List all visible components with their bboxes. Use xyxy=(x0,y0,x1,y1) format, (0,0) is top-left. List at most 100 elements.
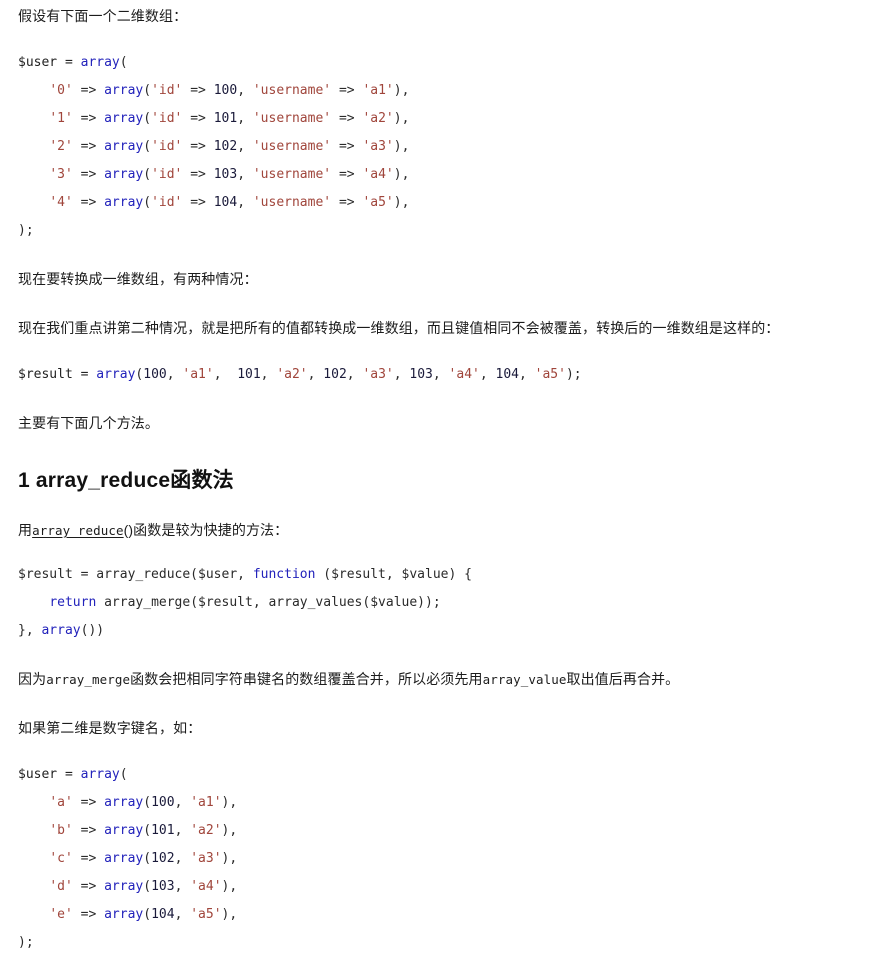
code-token: => xyxy=(331,195,363,210)
inline-code-array-merge: array_merge xyxy=(46,672,131,687)
code-token: return xyxy=(49,595,97,610)
code-token: => xyxy=(182,111,214,126)
code-token: 'username' xyxy=(252,111,332,126)
code-token: => xyxy=(331,139,363,154)
code-token: ); xyxy=(565,367,582,382)
code-token: => xyxy=(72,111,105,126)
code-token: 101 xyxy=(151,823,175,838)
code-token: ( xyxy=(143,795,152,810)
code-token: 'a5' xyxy=(190,907,222,922)
code-token: ( xyxy=(143,83,152,98)
code-token: 'a1' xyxy=(190,795,222,810)
code-token: 'a4' xyxy=(362,167,394,182)
code-token: 'a2' xyxy=(276,367,308,382)
code-token: ( xyxy=(143,111,152,126)
code-token: ), xyxy=(221,823,238,838)
code-token: , xyxy=(237,111,253,126)
code-token: 'e' xyxy=(49,907,73,922)
paragraph-suffix: 取出值后再合并。 xyxy=(566,671,680,687)
code-token: array xyxy=(104,795,144,810)
code-token: , xyxy=(174,823,191,838)
code-token: array_merge($result, array_values($value… xyxy=(96,595,441,610)
code-token: , xyxy=(237,167,253,182)
code-token: => xyxy=(72,83,105,98)
code-token: , xyxy=(260,367,277,382)
code-token: 'a3' xyxy=(362,139,394,154)
code-token: 104 xyxy=(151,907,175,922)
paragraph-methods-lead: 主要有下面几个方法。 xyxy=(18,415,159,431)
code-token: 'a' xyxy=(49,795,73,810)
code-token: 'id' xyxy=(151,83,183,98)
code-token: => xyxy=(72,167,105,182)
code-token: 'id' xyxy=(151,195,183,210)
code-token: 'a3' xyxy=(190,851,222,866)
code-token: '2' xyxy=(49,139,73,154)
code-token: array xyxy=(41,623,81,638)
code-token: => xyxy=(72,823,105,838)
code-token: 'a1' xyxy=(362,83,394,98)
code-token: , xyxy=(307,367,324,382)
code-token: '3' xyxy=(49,167,73,182)
code-token: 102 xyxy=(323,367,347,382)
code-token: 'username' xyxy=(252,167,332,182)
code-token: ), xyxy=(393,195,410,210)
code-token: 'id' xyxy=(151,167,183,182)
code-token: 'a1' xyxy=(182,367,214,382)
code-token: 'id' xyxy=(151,139,183,154)
code-token: => xyxy=(72,907,105,922)
code-token: 103 xyxy=(213,167,238,182)
code-token: $result = xyxy=(18,367,97,382)
code-token: ), xyxy=(221,851,238,866)
code-token: => xyxy=(72,795,105,810)
code-token: , xyxy=(174,851,191,866)
code-token: '0' xyxy=(49,83,73,98)
paragraph-array-reduce-intro: 用array_reduce()函数是较为快捷的方法： xyxy=(18,516,864,545)
code-token: , xyxy=(237,83,253,98)
code-token: array xyxy=(104,167,144,182)
code-token: , xyxy=(237,195,253,210)
code-token: => xyxy=(331,111,363,126)
code-token: ); xyxy=(18,935,34,950)
code-token: 'a2' xyxy=(362,111,394,126)
code-token: '1' xyxy=(49,111,73,126)
code-token: '4' xyxy=(49,195,73,210)
code-token: 'a2' xyxy=(190,823,222,838)
code-token: $user = xyxy=(18,55,81,70)
code-token: ), xyxy=(393,167,410,182)
code-token: , xyxy=(479,367,496,382)
code-token: array xyxy=(104,851,144,866)
code-token: ), xyxy=(221,795,238,810)
code-token: 100 xyxy=(151,795,175,810)
code-token: array xyxy=(104,195,144,210)
code-token: ( xyxy=(143,823,152,838)
code-token: ($result, $value) { xyxy=(315,567,472,582)
paragraph-numeric-keys-question: 如果第二维是数字键名，如： xyxy=(18,720,202,736)
code-block-array-reduce-example: $result = array_reduce($user, function (… xyxy=(18,561,864,645)
code-token: ( xyxy=(119,55,128,70)
code-token: => xyxy=(331,167,363,182)
code-token: => xyxy=(72,851,105,866)
code-token: 'c' xyxy=(49,851,73,866)
article-page: 假设有下面一个二维数组： $user = array( '0' => array… xyxy=(0,2,882,957)
code-token: , xyxy=(213,367,238,382)
code-token: => xyxy=(182,167,214,182)
code-token: 'username' xyxy=(252,139,332,154)
code-token: array xyxy=(80,55,120,70)
code-token: , xyxy=(174,795,191,810)
code-token: ), xyxy=(393,139,410,154)
code-token: array xyxy=(104,823,144,838)
code-token: => xyxy=(182,139,214,154)
code-token: array xyxy=(104,111,144,126)
code-token: , xyxy=(519,367,535,382)
code-token: array xyxy=(104,83,144,98)
code-token: , xyxy=(393,367,410,382)
paragraph-middle: () xyxy=(123,522,134,538)
code-token: => xyxy=(331,83,363,98)
code-block-user-2d-array: $user = array( '0' => array('id' => 100,… xyxy=(18,49,864,245)
code-token: ), xyxy=(393,111,410,126)
code-token: ( xyxy=(119,767,128,782)
